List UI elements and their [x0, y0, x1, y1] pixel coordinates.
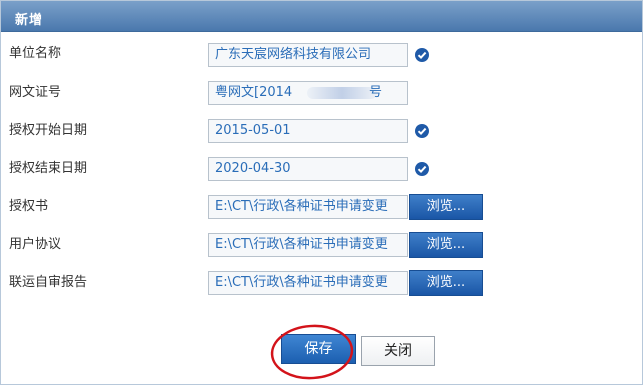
user-agreement-file-input[interactable]: E:\CT\行政\各种证书申请变更	[208, 233, 408, 257]
self-review-report-file-input[interactable]: E:\CT\行政\各种证书申请变更	[208, 271, 408, 295]
end-date-input[interactable]: 2020-04-30	[208, 157, 408, 181]
check-circle-icon	[415, 162, 429, 176]
label-company-name: 单位名称	[9, 46, 62, 61]
browse-authorization-button[interactable]: 浏览...	[409, 194, 483, 220]
company-name-input[interactable]: 广东天宸网络科技有限公司	[208, 43, 408, 67]
label-self-review-report: 联运自审报告	[9, 275, 88, 290]
close-button[interactable]: 关闭	[361, 336, 435, 366]
start-date-input[interactable]: 2015-05-01	[208, 119, 408, 143]
label-authorization-file: 授权书	[9, 199, 49, 214]
browse-user-agreement-button[interactable]: 浏览...	[409, 232, 483, 258]
check-circle-icon	[415, 124, 429, 138]
label-license-number: 网文证号	[9, 85, 62, 100]
browse-self-review-button[interactable]: 浏览...	[409, 270, 483, 296]
dialog-title: 新增	[15, 13, 44, 28]
redaction-blur	[307, 87, 377, 99]
dialog-frame: 新增 单位名称 广东天宸网络科技有限公司 网文证号 粤网文[2014 号 授权开…	[0, 0, 643, 385]
label-start-date: 授权开始日期	[9, 123, 88, 138]
label-user-agreement: 用户协议	[9, 237, 62, 252]
dialog-header: 新增	[1, 1, 642, 32]
save-button[interactable]: 保存	[281, 334, 356, 364]
check-circle-icon	[415, 48, 429, 62]
label-end-date: 授权结束日期	[9, 161, 88, 176]
license-number-value: 粤网文[2014	[215, 85, 293, 100]
license-number-suffix: 号	[369, 85, 383, 100]
authorization-file-input[interactable]: E:\CT\行政\各种证书申请变更	[208, 195, 408, 219]
license-number-input[interactable]: 粤网文[2014 号	[208, 81, 408, 105]
